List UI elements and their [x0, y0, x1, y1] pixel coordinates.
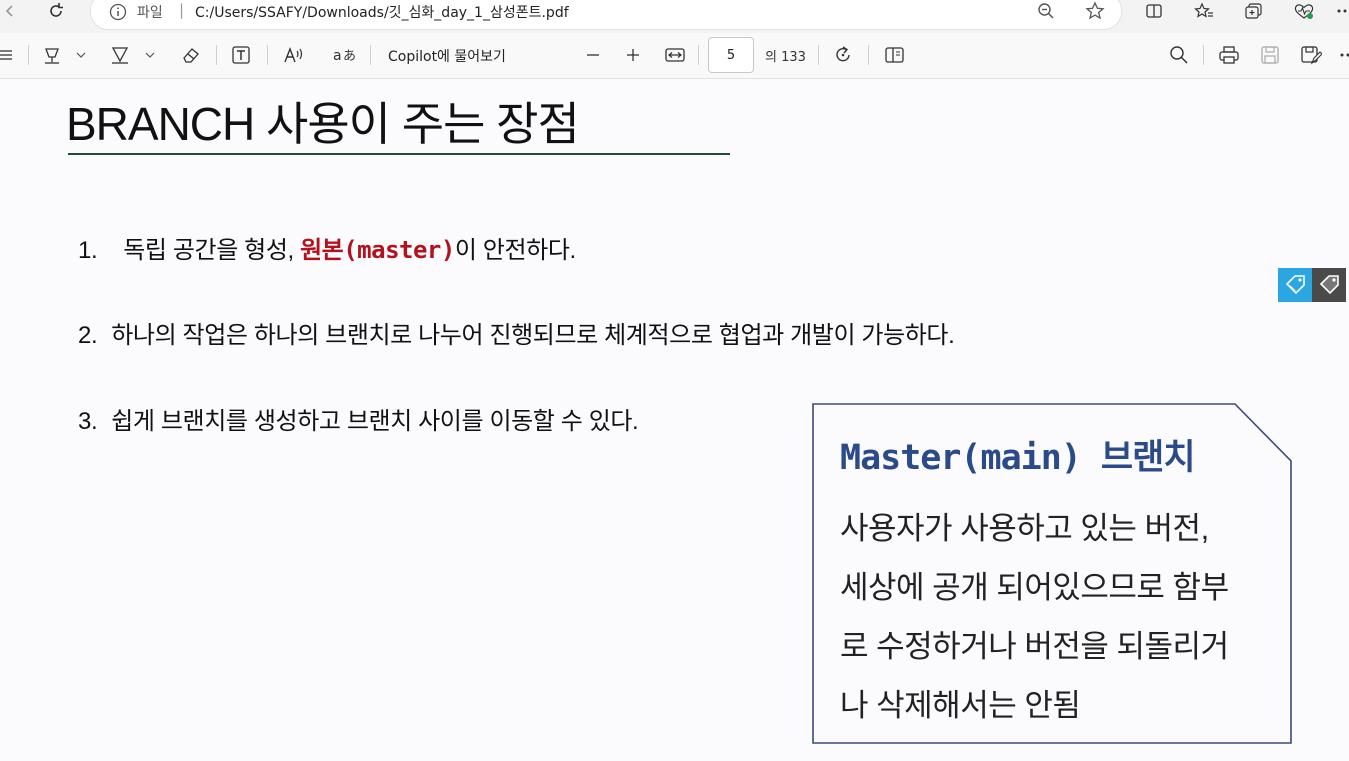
highlight-icon[interactable] [42, 44, 64, 66]
draw-icon[interactable] [110, 44, 132, 66]
rotate-icon[interactable] [833, 44, 855, 66]
tag-icon[interactable] [1312, 268, 1346, 302]
current-page-input[interactable]: 5 [708, 37, 754, 73]
erase-icon[interactable] [180, 44, 202, 66]
list-item-text: 하나의 작업은 하나의 브랜치로 나누어 진행되므로 체계적으로 협업과 개발이… [111, 322, 955, 349]
list-item-number: 1. [78, 237, 98, 264]
search-icon[interactable] [1169, 44, 1189, 66]
pdf-toolbar: aあ Copilot에 물어보기 5 의 133 [0, 33, 1349, 79]
address-divider: | [179, 1, 185, 19]
draw-dropdown-chevron-icon[interactable] [145, 44, 155, 66]
svg-text:a: a [333, 48, 342, 64]
more-icon[interactable] [1336, 0, 1349, 22]
contents-icon[interactable] [0, 44, 14, 66]
toolbar-divider [267, 45, 268, 65]
callout-line: 로 수정하거나 버전을 되돌리거 [840, 629, 1229, 664]
zoom-out-icon[interactable] [586, 44, 600, 66]
toolbar-divider [698, 45, 699, 65]
slide-title: BRANCH 사용이 주는 장점 [66, 98, 580, 150]
back-icon[interactable] [0, 0, 20, 22]
text-icon[interactable] [231, 44, 251, 66]
list-item-number: 3. [78, 408, 98, 435]
list-item-text: 이 안전하다. [454, 237, 576, 264]
callout-line: 사용자가 사용하고 있는 버전, [840, 511, 1209, 546]
page-total-label: 의 133 [765, 50, 806, 65]
title-underline [68, 153, 730, 155]
favorites-icon[interactable] [1193, 0, 1215, 22]
browser-essentials-icon[interactable] [1292, 0, 1316, 22]
callout-box: Master(main) 브랜치 사용자가 사용하고 있는 버전, 세상에 공개… [812, 403, 1293, 745]
list-item: 2. 하나의 작업은 하나의 브랜치로 나누어 진행되므로 체계적으로 협업과 개… [78, 315, 955, 350]
fit-width-icon[interactable] [664, 44, 686, 66]
highlight-dropdown-chevron-icon[interactable] [76, 44, 86, 66]
list-item-text: 독립 공간을 형성, [123, 237, 301, 264]
highlighted-text: 원본(master) [300, 236, 455, 264]
callout-line: 나 삭제해서는 안됨 [840, 688, 1081, 723]
toolbar-divider [216, 45, 217, 65]
favorite-star-icon[interactable] [1085, 1, 1105, 25]
split-screen-icon[interactable] [1143, 0, 1165, 22]
address-scheme-label: 파일 [137, 5, 163, 21]
toolbar-divider [818, 45, 819, 65]
list-item-text: 쉽게 브랜치를 생성하고 브랜치 사이를 이동할 수 있다. [111, 408, 639, 435]
ask-copilot-button[interactable]: Copilot에 물어보기 [388, 46, 506, 66]
more-icon[interactable] [1339, 44, 1349, 66]
list-item-number: 2. [78, 322, 98, 349]
toolbar-divider [28, 45, 29, 65]
list-item: 3. 쉽게 브랜치를 생성하고 브랜치 사이를 이동할 수 있다. [78, 401, 639, 436]
page-view-icon[interactable] [884, 44, 906, 66]
list-item: 1. 독립 공간을 형성, 원본(master)이 안전하다. [78, 230, 576, 265]
info-icon[interactable] [109, 3, 127, 25]
toolbar-divider [868, 45, 869, 65]
save-icon[interactable] [1259, 44, 1281, 66]
callout-line: 세상에 공개 되어있으므로 함부 [840, 570, 1229, 605]
translate-icon[interactable]: aあ [333, 44, 357, 66]
browser-address-bar: 파일 | C:/Users/SSAFY/Downloads/깃_심화_day_1… [0, 0, 1349, 33]
print-icon[interactable] [1218, 44, 1240, 66]
address-url[interactable]: C:/Users/SSAFY/Downloads/깃_심화_day_1_삼성폰트… [195, 2, 569, 22]
save-as-icon[interactable] [1300, 44, 1322, 66]
refresh-icon[interactable] [44, 0, 68, 22]
toolbar-divider [370, 45, 371, 65]
zoom-out-icon[interactable] [1037, 2, 1055, 24]
zoom-in-icon[interactable] [626, 44, 640, 66]
address-field[interactable]: 파일 | C:/Users/SSAFY/Downloads/깃_심화_day_1… [90, 0, 1122, 30]
toolbar-divider [1203, 45, 1204, 65]
tag-icon[interactable] [1278, 268, 1312, 302]
read-aloud-icon[interactable] [283, 44, 305, 66]
svg-text:あ: あ [343, 49, 356, 64]
callout-heading: Master(main) 브랜치 [840, 438, 1196, 478]
collections-icon[interactable] [1243, 0, 1265, 22]
